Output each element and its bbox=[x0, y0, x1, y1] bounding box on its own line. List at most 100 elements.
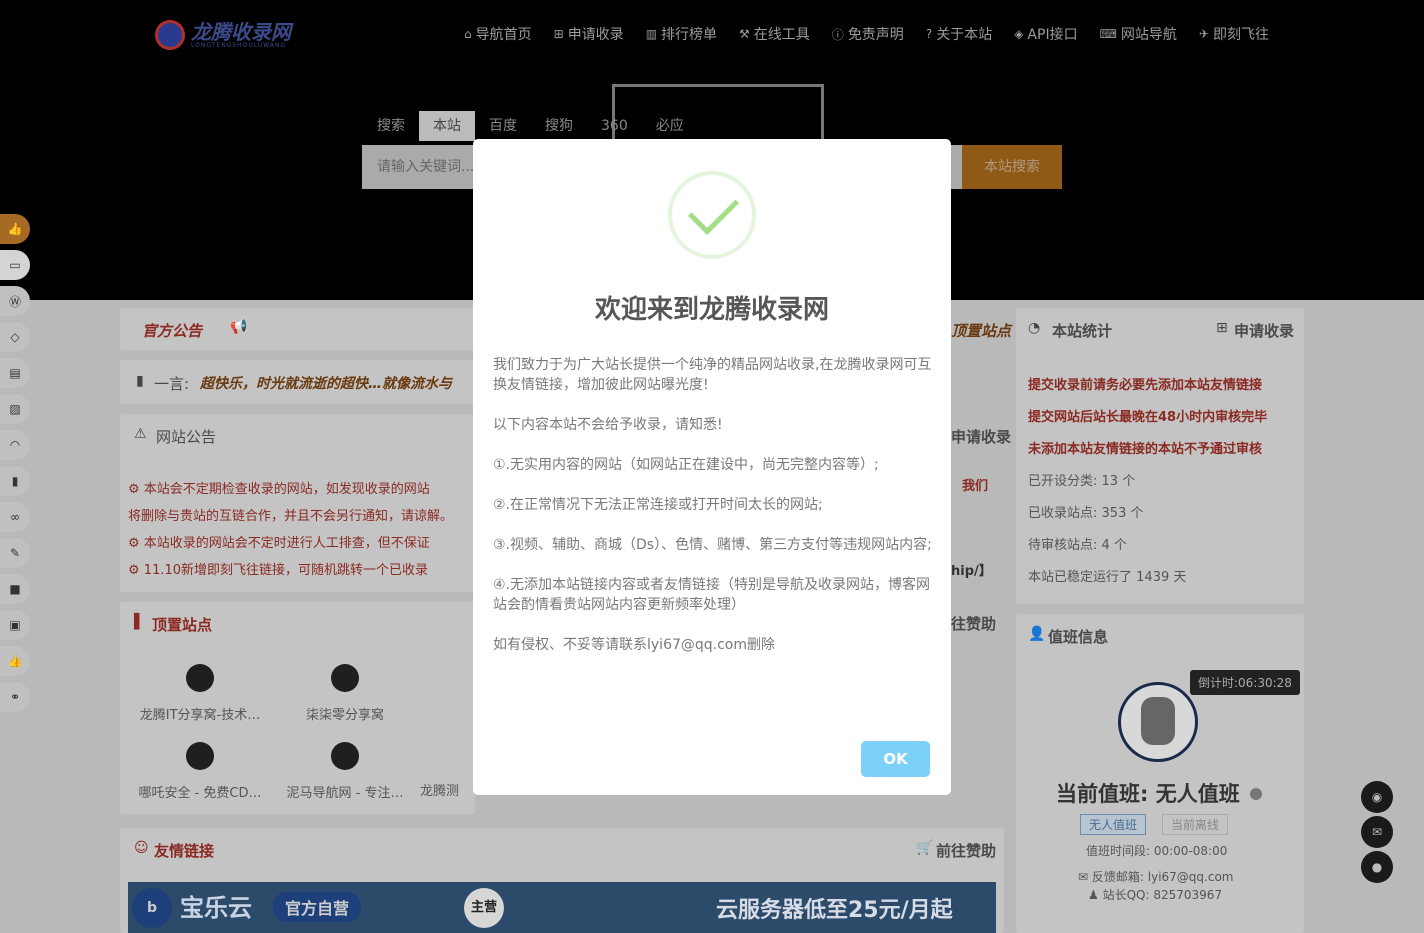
bar-chart-icon: ▥ bbox=[645, 27, 658, 41]
yiyan-label: 一言: bbox=[154, 375, 190, 393]
official-notice-bar: 官方公告 📢 bbox=[120, 308, 475, 350]
globe-icon bbox=[331, 742, 359, 770]
brush-icon[interactable]: ✎ bbox=[0, 538, 30, 568]
mid-apply-label: 申请收录 bbox=[951, 428, 1012, 446]
site-tile-4[interactable]: 泥马导航网 - 专注… bbox=[275, 742, 415, 801]
nav-ranking[interactable]: ▥ 排行榜单 bbox=[646, 24, 717, 44]
plane-icon: ✈ bbox=[1198, 27, 1209, 41]
megaphone-icon: 📢 bbox=[230, 319, 248, 335]
cart-icon: 🛒 bbox=[916, 840, 934, 856]
nav-home-label: 导航首页 bbox=[475, 27, 532, 43]
tab-search[interactable]: 搜索 bbox=[363, 111, 419, 141]
sponsor-link[interactable]: 前往赞助 bbox=[936, 840, 996, 861]
nav-tools[interactable]: ⚒ 在线工具 bbox=[739, 24, 810, 44]
wrench-icon: ⚒ bbox=[739, 27, 750, 41]
user-icon: 👤 bbox=[1028, 626, 1046, 642]
stats-note: 提交收录前请务必要先添加本站友情链接 bbox=[1028, 378, 1263, 393]
keyboard-icon: ⌨ bbox=[1099, 27, 1117, 41]
nav-ranking-label: 排行榜单 bbox=[661, 27, 718, 43]
globe-icon bbox=[186, 742, 214, 770]
offline-dot-icon bbox=[1250, 788, 1262, 800]
site-tile-1[interactable]: 龙腾IT分享窝-技术… bbox=[130, 664, 270, 723]
save-icon[interactable]: ▣ bbox=[0, 610, 30, 640]
nav-apply[interactable]: ⊞ 申请收录 bbox=[554, 24, 624, 44]
stats-title: 本站统计 bbox=[1052, 322, 1113, 340]
modal-rule-4: ④.无添加本站链接内容或者友情链接（特别是导航及收录网站，博客网站会酌情看贵站网… bbox=[493, 577, 930, 613]
stats-notes: 提交收录前请务必要先添加本站友情链接 提交网站后站长最晚在48小时内审核完毕 未… bbox=[1028, 370, 1267, 466]
tab-baidu[interactable]: 百度 bbox=[475, 111, 531, 141]
mail-icon[interactable]: ✉ bbox=[1361, 816, 1393, 848]
official-notice-title: 官方公告 bbox=[142, 322, 203, 340]
nav-disclaimer-label: 免责声明 bbox=[847, 27, 904, 43]
printer-icon[interactable]: ▤ bbox=[0, 358, 30, 388]
mid-we-label: 我们 bbox=[962, 479, 989, 494]
main-nav: ⌂ 导航首页 ⊞ 申请收录 ▥ 排行榜单 ⚒ 在线工具 ⓘ 免责声明 ? 关于本站 ◈ API… bbox=[464, 24, 1269, 44]
nav-api-label: API接口 bbox=[1027, 27, 1078, 43]
tab-sogou[interactable]: 搜狗 bbox=[531, 111, 587, 141]
site-tile-5[interactable]: 龙腾测 bbox=[420, 780, 475, 799]
infinity-icon[interactable]: ∞ bbox=[0, 502, 30, 532]
site-search-button[interactable]: 本站搜索 bbox=[962, 145, 1062, 189]
stats-note: 未添加本站友情链接的本站不予通过审核 bbox=[1028, 442, 1263, 457]
site-tile-2[interactable]: 柒柒零分享窝 bbox=[275, 664, 415, 723]
site-tile-label: 柒柒零分享窝 bbox=[305, 708, 384, 723]
image-icon[interactable]: ▨ bbox=[0, 394, 30, 424]
stats-value: 4 个 bbox=[1101, 538, 1127, 553]
site-tile-3[interactable]: 哪吒安全 - 免费CD… bbox=[130, 742, 270, 801]
pie-chart-icon: ◔ bbox=[1028, 320, 1041, 336]
notice-text: 本站会不定期检查收录的网站，如发现收录的网站 bbox=[143, 482, 430, 497]
nav-disclaimer[interactable]: ⓘ 免责声明 bbox=[832, 24, 904, 44]
diamond-icon[interactable]: ◇ bbox=[0, 322, 30, 352]
tab-360[interactable]: 360 bbox=[587, 111, 642, 141]
nav-fly[interactable]: ✈ 即刻飞往 bbox=[1199, 24, 1269, 44]
duty-period: 值班时间段: 00:00-08:00 bbox=[1086, 844, 1228, 858]
headphones-icon[interactable]: ◠ bbox=[0, 430, 30, 460]
top-sites-title: 顶置站点 bbox=[152, 616, 213, 634]
thumbs-up-small-icon[interactable]: 👍 bbox=[0, 646, 30, 676]
tab-site[interactable]: 本站 bbox=[419, 111, 475, 141]
email-value[interactable]: lyi67@qq.com bbox=[1148, 870, 1234, 884]
warning-icon: ⚠ bbox=[134, 426, 147, 442]
email-label: 反馈邮箱: bbox=[1091, 870, 1144, 884]
thumbs-up-icon[interactable]: 👍 bbox=[0, 214, 30, 244]
notice-icon: ⚙ bbox=[128, 563, 144, 578]
stats-apply-link[interactable]: 申请收录 bbox=[1234, 320, 1294, 341]
ok-button[interactable]: OK bbox=[861, 741, 930, 777]
yiyan-bar: ▮ 一言: 超快乐，时光就流逝的超快…就像流水与 bbox=[120, 360, 475, 404]
notice-item-1: ⚙ 本站会不定期检查收录的网站，如发现收录的网站 bbox=[128, 476, 473, 503]
stats-lines: 已开设分类: 13 个 已收录站点: 353 个 待审核站点: 4 个 本站已稳… bbox=[1028, 466, 1186, 594]
envelope-icon: ✉ bbox=[1078, 870, 1089, 884]
book-icon: ▮ bbox=[136, 373, 144, 389]
badge-offline: 当前离线 bbox=[1162, 814, 1229, 835]
wechat-icon[interactable]: ● bbox=[1361, 851, 1393, 883]
tab-bing[interactable]: 必应 bbox=[642, 111, 698, 141]
welcome-modal: 欢迎来到龙腾收录网 我们致力于为广大站长提供一个纯净的精品网站收录,在龙腾收录网… bbox=[473, 139, 951, 795]
site-tile-label: 泥马导航网 - 专注… bbox=[286, 786, 404, 801]
nav-api[interactable]: ◈ API接口 bbox=[1014, 24, 1077, 44]
nav-tools-label: 在线工具 bbox=[753, 27, 810, 43]
stats-uptime: 本站已稳定运行了 1439 天 bbox=[1028, 562, 1186, 594]
nav-home[interactable]: ⌂ 导航首页 bbox=[464, 24, 532, 44]
nav-apply-label: 申请收录 bbox=[567, 27, 624, 43]
ad-banner[interactable]: b 宝乐云 官方自营 主营 云服务器低至25元/月起 bbox=[128, 882, 996, 933]
bell-icon[interactable]: ◉ bbox=[1361, 781, 1393, 813]
info-circle-icon: ⓘ bbox=[831, 27, 844, 42]
link-icon[interactable]: ⚭ bbox=[0, 682, 30, 712]
nav-site-nav[interactable]: ⌨ 网站导航 bbox=[1100, 24, 1177, 44]
video-camera-icon[interactable]: ■ bbox=[0, 574, 30, 604]
wordpress-icon[interactable]: Ⓦ bbox=[0, 286, 30, 316]
qq-icon: ♟ bbox=[1088, 888, 1099, 902]
banner-brand: 宝乐云 bbox=[180, 894, 252, 922]
modal-rule-1: ①.无实用内容的网站（如网站正在建设中，尚无完整内容等）; bbox=[493, 457, 879, 473]
duty-avatar bbox=[1118, 682, 1198, 762]
top-sites-card: ▌ 顶置站点 龙腾IT分享窝-技术… 柒柒零分享窝 哪吒安全 - 免费CD… 泥… bbox=[120, 602, 475, 814]
nav-about[interactable]: ? 关于本站 bbox=[926, 24, 992, 44]
notice-icon: ⚙ bbox=[128, 482, 144, 497]
desktop-icon[interactable]: ▭ bbox=[0, 250, 30, 280]
notice-item-4: ⚙ 11.10新增即刻飞往链接，可随机跳转一个已收录 bbox=[128, 557, 473, 584]
book-icon[interactable]: ▮ bbox=[0, 466, 30, 496]
yiyan-text: 超快乐，时光就流逝的超快…就像流水与 bbox=[200, 376, 452, 392]
site-notice-card: ⚠ 网站公告 ⚙ 本站会不定期检查收录的网站，如发现收录的网站 将删除与贵站的互… bbox=[120, 414, 475, 592]
success-check-icon bbox=[668, 171, 756, 259]
bookmark-icon: ▌ bbox=[134, 614, 145, 630]
